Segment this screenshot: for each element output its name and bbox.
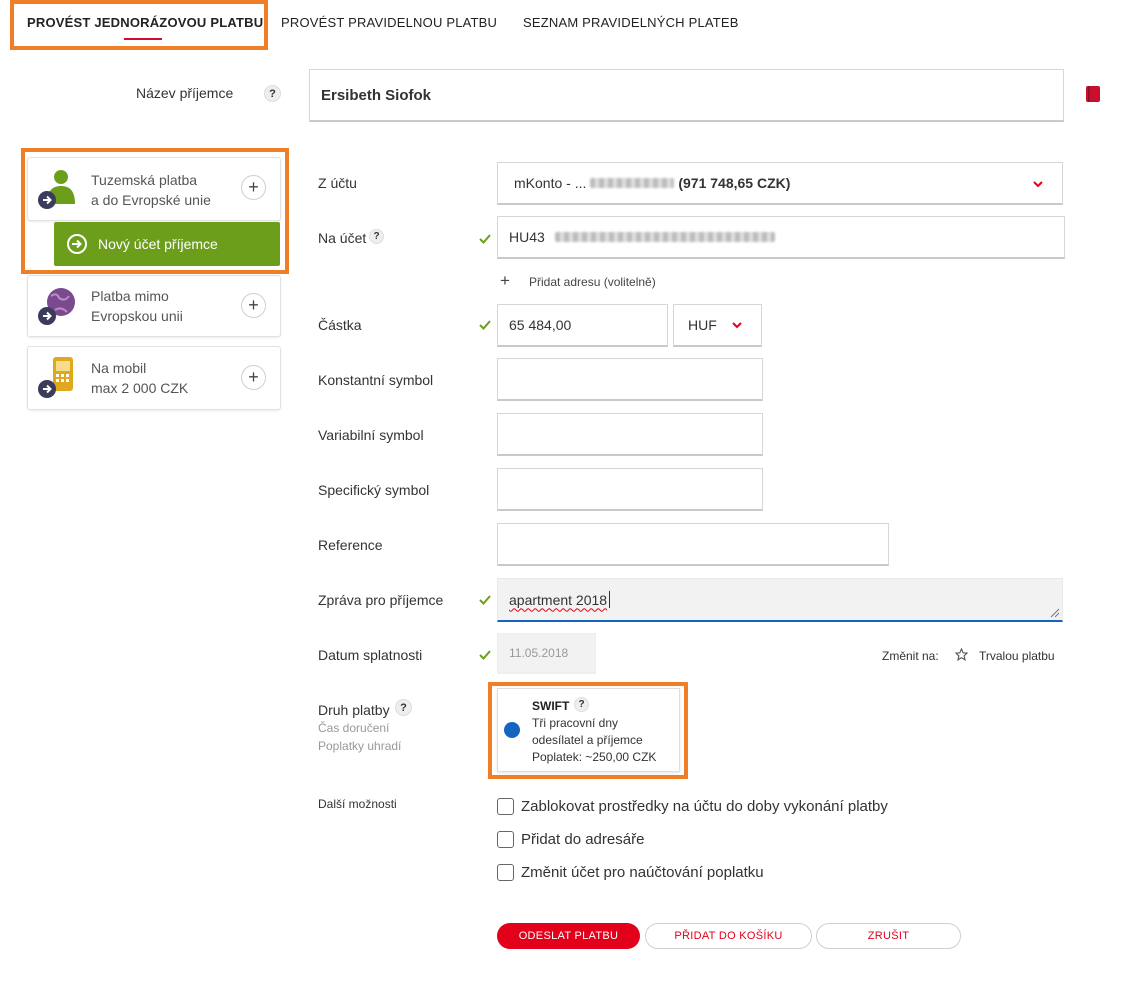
add-address-icon[interactable]: +: [500, 271, 510, 291]
chevron-down-icon[interactable]: [1033, 180, 1043, 190]
message-value: apartment 2018: [509, 591, 608, 608]
new-account-button[interactable]: Nový účet příjemce: [54, 222, 280, 266]
submit-payment-button[interactable]: ODESLAT PLATBU: [497, 923, 640, 949]
reference-input[interactable]: [497, 523, 889, 566]
cancel-button[interactable]: ZRUŠIT: [816, 923, 961, 949]
recipient-name-value: Ersibeth Siofok: [321, 86, 432, 104]
specific-symbol-input[interactable]: [497, 468, 763, 511]
currency-value: HUF: [688, 317, 717, 333]
valid-check-icon: [479, 234, 491, 244]
message-label: Zpráva pro příjemce: [318, 592, 444, 608]
delivery-time-label: Čas doručení: [318, 721, 390, 735]
valid-check-icon: [479, 320, 491, 330]
constant-symbol-label: Konstantní symbol: [318, 372, 434, 388]
swift-line2: odesílatel a příjemce: [532, 733, 643, 747]
mobile-plus-button[interactable]: +: [241, 365, 266, 390]
arrow-circle-icon: [67, 234, 87, 254]
payment-type-help-icon[interactable]: ?: [395, 699, 412, 716]
tab-recurring-payment[interactable]: PROVÉST PRAVIDELNOU PLATBU: [281, 0, 497, 46]
chevron-down-icon[interactable]: [732, 321, 742, 331]
constant-symbol-input[interactable]: [497, 358, 763, 401]
checkbox-add-to-addressbook-label[interactable]: Přidat do adresáře: [521, 831, 644, 848]
checkbox-add-to-addressbook[interactable]: [497, 831, 514, 848]
recipient-help-icon[interactable]: ?: [264, 85, 281, 102]
due-date-input: 11.05.2018: [497, 633, 596, 674]
recipient-name-input[interactable]: Ersibeth Siofok: [309, 69, 1064, 122]
currency-select[interactable]: HUF: [673, 304, 762, 347]
domestic-line1: Tuzemská platba: [91, 172, 198, 188]
masked-iban: [554, 232, 775, 242]
swift-help-icon[interactable]: ?: [574, 697, 589, 712]
from-account-label: Z účtu: [318, 175, 357, 191]
change-to-label: Změnit na:: [882, 649, 939, 663]
mobile-icon: [38, 357, 73, 398]
non-eu-line2: Evropskou unii: [91, 308, 183, 324]
domestic-plus-button[interactable]: +: [241, 175, 266, 200]
amount-label: Částka: [318, 317, 362, 333]
valid-check-icon: [479, 650, 491, 660]
message-textarea[interactable]: apartment 2018: [497, 578, 1063, 622]
payment-type-domestic[interactable]: Tuzemská platba a do Evropské unie +: [27, 157, 281, 221]
due-date-label: Datum splatnosti: [318, 647, 423, 663]
add-to-cart-button[interactable]: PŘIDAT DO KOŠÍKU: [645, 923, 812, 949]
amount-input[interactable]: 65 484,00: [497, 304, 668, 347]
active-tab-underline: [124, 38, 162, 40]
payment-type-mobile[interactable]: Na mobil max 2 000 CZK +: [27, 346, 281, 410]
mobile-line1: Na mobil: [91, 360, 147, 376]
checkbox-block-funds-label[interactable]: Zablokovat prostředky na účtu do doby vy…: [521, 798, 888, 815]
text-cursor: [609, 591, 611, 608]
payment-type-non-eu[interactable]: Platba mimo Evropskou unii +: [27, 275, 281, 337]
to-account-help-icon[interactable]: ?: [369, 229, 384, 244]
non-eu-plus-button[interactable]: +: [241, 293, 266, 318]
from-account-balance: (971 748,65 CZK): [678, 175, 791, 191]
valid-check-icon: [479, 595, 491, 605]
specific-symbol-label: Specifický symbol: [318, 482, 430, 498]
from-account-select[interactable]: mKonto - ... (971 748,65 CZK): [497, 162, 1063, 205]
to-account-label: Na účet: [318, 230, 367, 246]
variable-symbol-label: Variabilní symbol: [318, 427, 424, 443]
non-eu-line1: Platba mimo: [91, 288, 169, 304]
new-account-label: Nový účet příjemce: [98, 236, 218, 252]
resize-handle-icon[interactable]: [1050, 608, 1060, 618]
payment-type-label: Druh platby: [318, 702, 390, 718]
to-account-prefix: HU43: [509, 229, 545, 245]
masked-account-number: [590, 178, 675, 188]
reference-label: Reference: [318, 537, 383, 553]
swift-line3: Poplatek: ~250,00 CZK: [532, 750, 657, 764]
swift-line1: Tři pracovní dny: [532, 716, 619, 730]
star-icon[interactable]: [955, 648, 968, 661]
recipient-label: Název příjemce: [136, 85, 234, 101]
checkbox-change-fee-account[interactable]: [497, 864, 514, 881]
tab-recurring-list[interactable]: SEZNAM PRAVIDELNÝCH PLATEB: [523, 0, 739, 46]
addressbook-icon[interactable]: [1085, 85, 1101, 103]
amount-value: 65 484,00: [509, 317, 572, 333]
to-account-input[interactable]: HU43: [497, 216, 1065, 259]
recurring-payment-link[interactable]: Trvalou platbu: [979, 649, 1055, 663]
globe-icon: [38, 288, 75, 325]
swift-option-card[interactable]: SWIFT ? Tři pracovní dny odesílatel a př…: [497, 688, 680, 772]
more-options-label: Další možnosti: [318, 797, 397, 811]
from-account-prefix: mKonto - ...: [514, 175, 587, 191]
checkbox-change-fee-account-label[interactable]: Změnit účet pro naúčtování poplatku: [521, 864, 764, 881]
swift-title: SWIFT: [532, 699, 570, 713]
person-icon: [38, 170, 75, 209]
swift-radio[interactable]: [504, 722, 520, 738]
domestic-line2: a do Evropské unie: [91, 192, 211, 208]
mobile-line2: max 2 000 CZK: [91, 380, 189, 396]
variable-symbol-input[interactable]: [497, 413, 763, 456]
fees-paid-by-label: Poplatky uhradí: [318, 739, 402, 753]
add-address-link[interactable]: Přidat adresu (volitelně): [529, 275, 656, 289]
due-date-value: 11.05.2018: [509, 646, 569, 660]
checkbox-block-funds[interactable]: [497, 798, 514, 815]
